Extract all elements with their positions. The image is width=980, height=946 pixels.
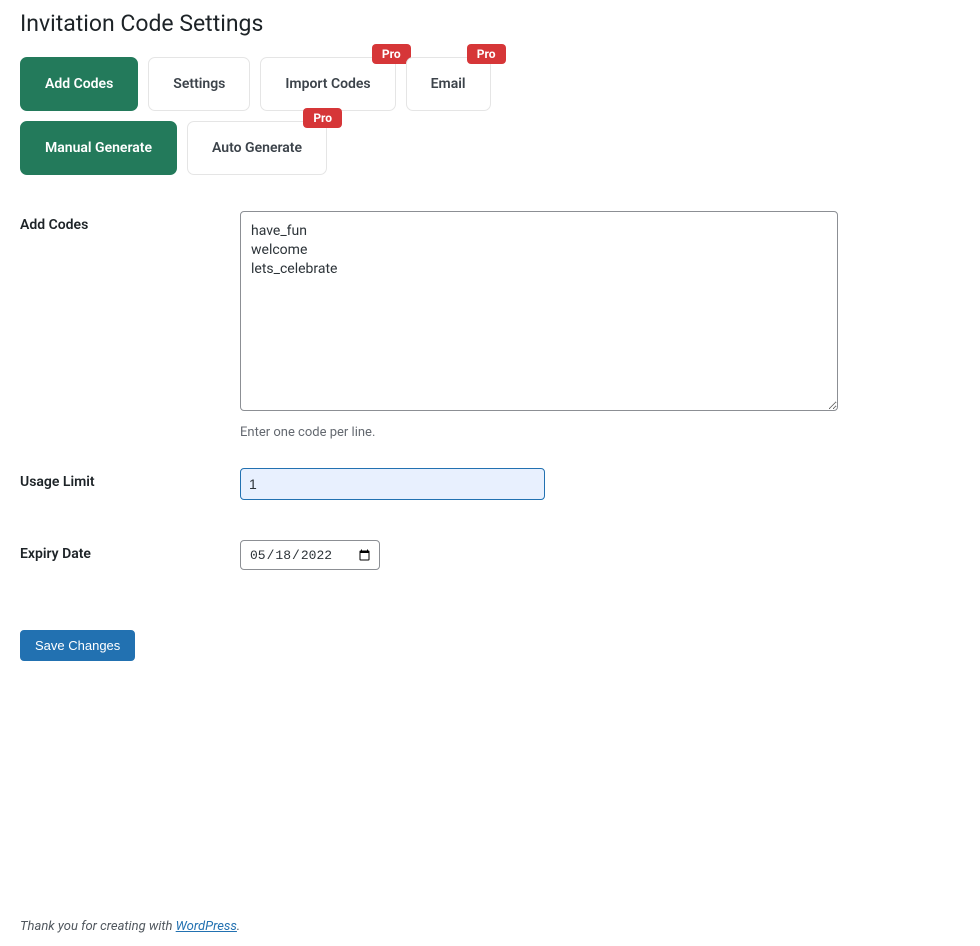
row-expiry-date: Expiry Date: [20, 540, 960, 570]
tabs-secondary: Manual Generate Auto Generate Pro: [20, 121, 960, 175]
pro-badge: Pro: [467, 44, 506, 64]
row-add-codes: Add Codes: [20, 211, 960, 415]
tab-label: Email: [431, 76, 466, 92]
tabs-primary: Add Codes Settings Import Codes Pro Emai…: [20, 57, 960, 111]
usage-limit-input[interactable]: [240, 468, 545, 500]
add-codes-help: Enter one code per line.: [240, 425, 960, 440]
pro-badge: Pro: [303, 108, 342, 128]
tab-label: Add Codes: [45, 76, 113, 92]
expiry-date-label: Expiry Date: [20, 540, 240, 562]
usage-limit-label: Usage Limit: [20, 468, 240, 490]
tab-label: Import Codes: [285, 76, 370, 92]
pro-badge: Pro: [372, 44, 411, 64]
add-codes-textarea[interactable]: [240, 211, 838, 411]
tab-email[interactable]: Email Pro: [406, 57, 491, 111]
footer-prefix: Thank you for creating with: [20, 919, 176, 934]
save-changes-button[interactable]: Save Changes: [20, 630, 135, 661]
footer-wordpress-link[interactable]: WordPress: [176, 919, 237, 934]
tab-label: Manual Generate: [45, 140, 152, 156]
row-usage-limit: Usage Limit: [20, 468, 960, 500]
tab-import-codes[interactable]: Import Codes Pro: [260, 57, 395, 111]
tab-settings[interactable]: Settings: [148, 57, 250, 111]
footer-suffix: .: [237, 919, 240, 934]
tab-manual-generate[interactable]: Manual Generate: [20, 121, 177, 175]
expiry-date-input[interactable]: [240, 540, 380, 570]
tab-label: Auto Generate: [212, 140, 302, 156]
save-area: Save Changes: [20, 630, 960, 661]
tab-label: Settings: [173, 76, 225, 92]
tab-auto-generate[interactable]: Auto Generate Pro: [187, 121, 327, 175]
footer: Thank you for creating with WordPress.: [20, 919, 240, 934]
tab-add-codes[interactable]: Add Codes: [20, 57, 138, 111]
page-title: Invitation Code Settings: [20, 10, 960, 37]
add-codes-label: Add Codes: [20, 211, 240, 233]
form: Add Codes Enter one code per line. Usage…: [20, 211, 960, 661]
